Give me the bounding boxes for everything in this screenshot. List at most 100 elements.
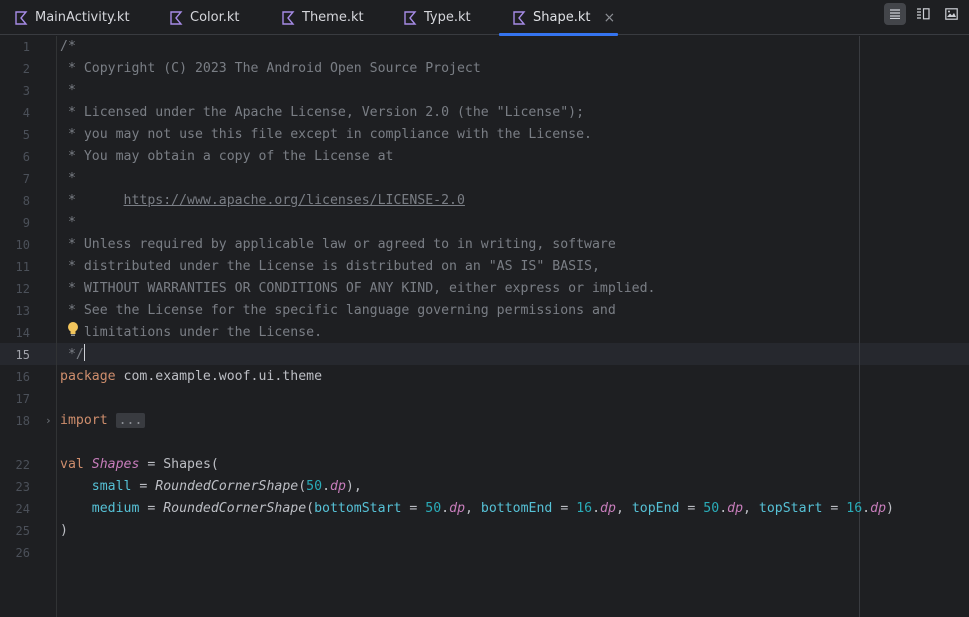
- comment-text: * https://www.apache.org/licenses/LICENS…: [60, 190, 465, 212]
- val-declaration: val Shapes = Shapes(: [60, 454, 219, 476]
- code-view-icon[interactable]: [884, 3, 906, 25]
- line-number: 22: [15, 458, 30, 472]
- code-text: ): [60, 523, 68, 538]
- code-line: 12 * WITHOUT WARRANTIES OR CONDITIONS OF…: [0, 278, 969, 300]
- tab-color[interactable]: Color.kt: [169, 0, 240, 35]
- named-arg: topStart: [758, 501, 823, 516]
- tab-mainactivity[interactable]: MainActivity.kt: [14, 0, 130, 35]
- license-link[interactable]: https://www.apache.org/licenses/LICENSE-…: [124, 193, 465, 208]
- code-text: =: [401, 501, 426, 516]
- medium-shape-arg: medium = RoundedCornerShape(bottomStart …: [60, 498, 894, 520]
- line-number: 17: [15, 392, 30, 406]
- tab-type[interactable]: Type.kt: [403, 0, 471, 35]
- tab-shape[interactable]: Shape.kt ×: [499, 0, 618, 36]
- package-name: com.example.woof.ui.theme: [115, 369, 323, 384]
- kotlin-file-icon: [282, 10, 295, 25]
- named-arg: bottomStart: [314, 501, 402, 516]
- code-text: =: [679, 501, 704, 516]
- comment-text: * Unless required by applicable law or a…: [60, 237, 616, 252]
- line-number: 16: [15, 370, 30, 384]
- comment-text: * distributed under the License is distr…: [60, 259, 600, 274]
- design-view-icon[interactable]: [940, 3, 962, 25]
- keyword: package: [60, 369, 116, 384]
- code-line: 5 * you may not use this file except in …: [0, 124, 969, 146]
- folded-imports[interactable]: ...: [115, 413, 146, 428]
- kotlin-file-icon: [513, 10, 526, 25]
- code-text: (: [298, 479, 307, 494]
- line-number: 23: [15, 480, 30, 494]
- comment-text: * Copyright (C) 2023 The Android Open So…: [60, 61, 481, 76]
- line-number: 2: [22, 62, 30, 76]
- line-number: 1: [22, 40, 30, 54]
- package-declaration: package com.example.woof.ui.theme: [60, 366, 322, 388]
- number-literal: 50: [425, 501, 442, 516]
- code-line: 11 * distributed under the License is di…: [0, 256, 969, 278]
- comment-text: /*: [60, 39, 76, 54]
- code-line: 10 * Unless required by applicable law o…: [0, 234, 969, 256]
- named-arg: small: [91, 479, 132, 494]
- code-text: =: [131, 479, 156, 494]
- line-number: 24: [15, 502, 30, 516]
- close-tab-icon[interactable]: ×: [603, 10, 615, 26]
- code-text: =: [552, 501, 577, 516]
- code-text: .: [322, 479, 331, 494]
- comment-text: */: [60, 344, 85, 366]
- number-literal: 50: [703, 501, 720, 516]
- comment-text: * WITHOUT WARRANTIES OR CONDITIONS OF AN…: [60, 281, 656, 296]
- line-number: 4: [22, 106, 30, 120]
- line-number: 25: [15, 524, 30, 538]
- named-arg: medium: [91, 501, 140, 516]
- number-literal: 16: [576, 501, 593, 516]
- lightbulb-icon[interactable]: [66, 321, 80, 337]
- kotlin-file-icon: [15, 10, 28, 25]
- line-number: 7: [22, 172, 30, 186]
- comment-text: *: [60, 215, 76, 230]
- code-line: 25 ): [0, 520, 969, 542]
- code-text: (: [306, 501, 315, 516]
- line-number: 9: [22, 216, 30, 230]
- extension-property: dp: [727, 501, 744, 516]
- extension-property: dp: [330, 479, 346, 494]
- code-line: 8 * https://www.apache.org/licenses/LICE…: [0, 190, 969, 212]
- tab-theme[interactable]: Theme.kt: [281, 0, 364, 35]
- chevron-right-icon[interactable]: ›: [45, 410, 52, 432]
- keyword: val: [60, 457, 84, 472]
- code-text: =: [139, 501, 164, 516]
- text-caret: [83, 344, 85, 361]
- code-line: 1 /*: [0, 36, 969, 58]
- number-literal: 16: [846, 501, 863, 516]
- extension-property: dp: [449, 501, 466, 516]
- line-number: 6: [22, 150, 30, 164]
- code-line: 13 * See the License for the specific la…: [0, 300, 969, 322]
- code-line: 24 medium = RoundedCornerShape(bottomSta…: [0, 498, 969, 520]
- code-line: 15 */: [0, 344, 969, 366]
- code-text: ): [886, 501, 894, 516]
- code-text: .: [719, 501, 728, 516]
- code-text: ),: [345, 479, 362, 494]
- code-line: 23 small = RoundedCornerShape(50.dp),: [0, 476, 969, 498]
- code-line: 2 * Copyright (C) 2023 The Android Open …: [0, 58, 969, 80]
- comment-text: *: [60, 171, 76, 186]
- line-number: 12: [15, 282, 30, 296]
- code-line: 18 › import ...: [0, 410, 969, 432]
- line-number: 14: [15, 326, 30, 340]
- comment-text: * you may not use this file except in co…: [60, 127, 592, 142]
- code-text: = Shapes(: [139, 457, 219, 472]
- code-editor[interactable]: 1 /* 2 * Copyright (C) 2023 The Android …: [0, 36, 969, 617]
- line-number: 5: [22, 128, 30, 142]
- kotlin-file-icon: [404, 10, 417, 25]
- code-line: 26: [0, 542, 969, 564]
- code-text: ,: [615, 501, 632, 516]
- line-number: 18: [15, 414, 30, 428]
- small-shape-arg: small = RoundedCornerShape(50.dp),: [60, 476, 362, 498]
- line-number: 3: [22, 84, 30, 98]
- function-call: RoundedCornerShape: [163, 501, 307, 516]
- code-line: 6 * You may obtain a copy of the License…: [0, 146, 969, 168]
- code-line: 14 * limitations under the License.: [0, 322, 969, 344]
- property-name: Shapes: [91, 457, 140, 472]
- code-text: ,: [743, 501, 759, 516]
- keyword: import: [60, 413, 108, 428]
- split-view-icon[interactable]: [912, 3, 934, 25]
- code-line: 7 *: [0, 168, 969, 190]
